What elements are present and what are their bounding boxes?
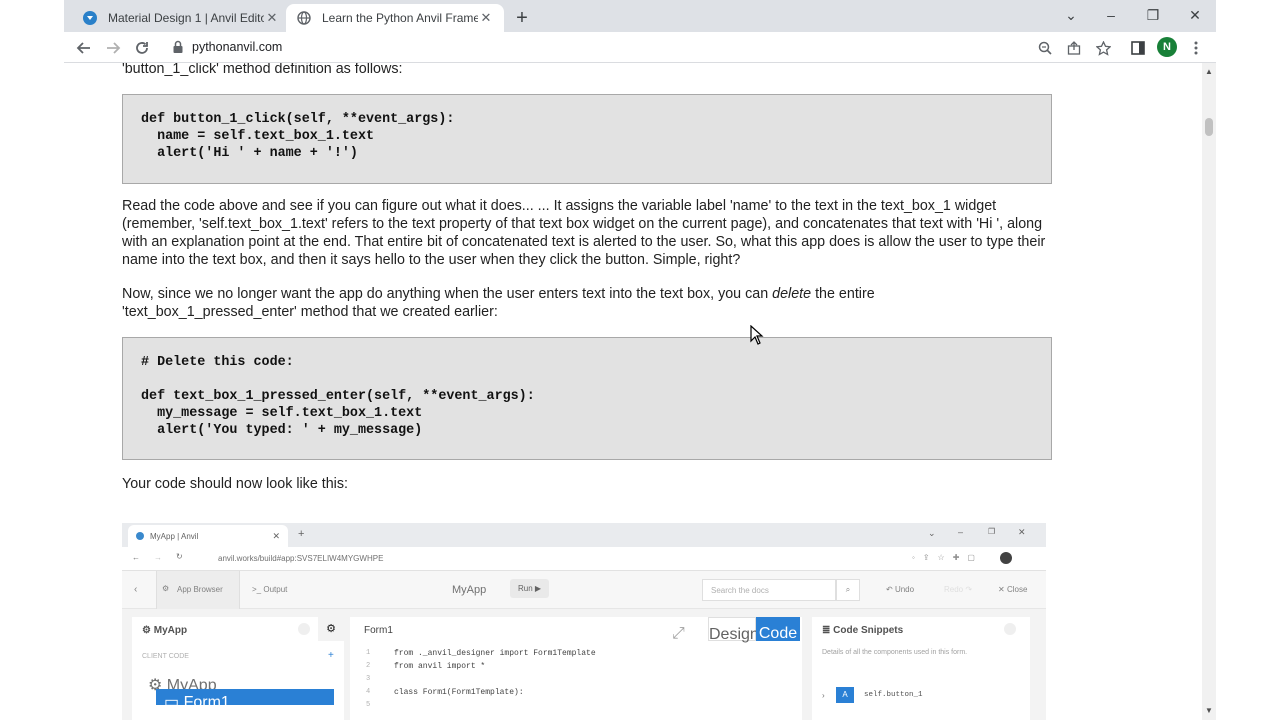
app-panel-title: ⚙ MyApp (142, 625, 188, 636)
bookmark-star-icon[interactable] (1091, 36, 1115, 60)
restore-button[interactable]: ❐ (1132, 0, 1174, 30)
anvil-logo-icon (136, 532, 144, 540)
lock-icon[interactable] (172, 40, 184, 54)
scroll-down-icon[interactable]: ▼ (1205, 706, 1213, 715)
screenshot-tab: MyApp | Anvil ✕ (128, 525, 288, 547)
reload-icon: ↻ (176, 552, 183, 561)
tab-strip: Material Design 1 | Anvil Editor ✕ Learn… (64, 0, 1216, 32)
share-icon[interactable] (1062, 36, 1086, 60)
tab-anvil-editor[interactable]: Material Design 1 | Anvil Editor ✕ (72, 4, 290, 32)
snippets-title: ≣ Code Snippets (822, 625, 904, 636)
code-editor-panel: Form1 ⤢ Design Code 1 2 3 4 5 from ._anv… (350, 617, 802, 720)
chevron-left-icon: ‹ (134, 584, 138, 595)
app-browser-icon: ⚙ (162, 584, 170, 593)
back-arrow-icon[interactable] (72, 36, 96, 60)
anvil-editor-body: ⚙ MyApp ⚙ CLIENT CODE + ⚙ MyApp ▭ Form1 … (122, 609, 1046, 720)
redo-button: Redo ↷ (944, 585, 973, 594)
close-window-button[interactable]: ✕ (1174, 0, 1216, 30)
paragraph-explanation: Read the code above and see if you can f… (122, 198, 1046, 268)
forward-arrow-icon: → (154, 553, 162, 562)
browser-window: Material Design 1 | Anvil Editor ✕ Learn… (64, 0, 1216, 720)
reload-icon[interactable] (130, 36, 154, 60)
zoom-icon[interactable] (1033, 36, 1057, 60)
code-block-button-click: def button_1_click(self, **event_args): … (122, 94, 1052, 184)
emphasis-delete: delete (772, 286, 812, 302)
app-panel: ⚙ MyApp ⚙ CLIENT CODE + ⚙ MyApp ▭ Form1 (132, 617, 344, 720)
close-tab-icon: ✕ (272, 530, 280, 541)
forward-arrow-icon[interactable] (101, 36, 125, 60)
intro-fragment: 'button_1_click' method definition as fo… (122, 63, 403, 77)
help-icon (1004, 623, 1016, 635)
address-bar[interactable]: pythonanvil.com (192, 40, 282, 54)
back-arrow-icon: ← (132, 553, 140, 562)
expand-icon: ⤢ (672, 625, 685, 642)
extension-icons: ◦⇪☆✚▢ (912, 553, 983, 562)
gear-icon: ⚙ (318, 617, 344, 641)
minimize-button[interactable]: – (1090, 0, 1132, 30)
mouse-cursor-icon (750, 325, 764, 345)
tab-title: Learn the Python Anvil Framework (322, 11, 478, 25)
browser-toolbar: pythonanvil.com N (64, 32, 1216, 63)
kebab-menu-icon[interactable] (1184, 36, 1208, 60)
page-scrollbar[interactable]: ▲ ▼ (1202, 63, 1216, 720)
anvil-logo-icon (82, 10, 98, 26)
tab-learn-python-anvil[interactable]: Learn the Python Anvil Framework ✕ (286, 4, 504, 32)
chevron-down-icon: ⌄ (928, 528, 936, 538)
close-editor-button: ✕ Close (998, 585, 1028, 594)
code-block-delete: # Delete this code: def text_box_1_press… (122, 337, 1052, 460)
minimize-icon: – (958, 527, 964, 537)
help-icon (298, 623, 310, 635)
tab-title: Material Design 1 | Anvil Editor (108, 11, 264, 25)
add-form-icon: + (328, 650, 334, 661)
anvil-toolbar: ‹ ⚙ App Browser >_ Output MyApp Run ▶ Se… (122, 571, 1046, 609)
paragraph-code-result: Your code should now look like this: (122, 476, 348, 492)
paragraph-delete-instruction: Now, since we no longer want the app do … (122, 286, 875, 320)
undo-button: ↶ Undo (886, 585, 915, 594)
chevron-right-icon: › (822, 691, 825, 700)
restore-icon: ❐ (988, 527, 996, 536)
component-icon: A (836, 687, 854, 703)
close-window-icon: ✕ (1018, 527, 1026, 537)
search-icon: ⌕ (836, 579, 860, 601)
close-tab-icon[interactable]: ✕ (264, 10, 280, 26)
profile-avatar (1000, 552, 1012, 564)
globe-icon (296, 10, 312, 26)
embedded-screenshot: MyApp | Anvil ✕ + ⌄ – ❐ ✕ ← → ↻ anvil.wo… (122, 523, 1046, 720)
side-panel-icon[interactable] (1126, 36, 1150, 60)
line-numbers: 1 2 3 4 5 (366, 649, 371, 709)
screenshot-tab-strip: MyApp | Anvil ✕ + ⌄ – ❐ ✕ (122, 523, 1046, 547)
screenshot-address-bar: ← → ↻ anvil.works/build#app:SVS7ELIW4MYG… (122, 547, 1046, 571)
scroll-thumb[interactable] (1205, 118, 1213, 136)
tab-search-icon[interactable]: ⌄ (1050, 0, 1092, 30)
search-docs-input: Search the docs (702, 579, 836, 601)
run-button: Run ▶ (510, 579, 550, 598)
tree-form-selected: ▭ Form1 (156, 689, 334, 711)
new-tab-icon: + (298, 528, 305, 540)
code-lines: from ._anvil_designer import Form1Templa… (394, 649, 596, 697)
code-snippets-panel: ≣ Code Snippets Details of all the compo… (812, 617, 1030, 720)
profile-avatar[interactable]: N (1157, 37, 1177, 57)
page-content: 'button_1_click' method definition as fo… (64, 63, 1202, 720)
new-tab-button[interactable]: + (510, 6, 534, 30)
scroll-up-icon[interactable]: ▲ (1205, 67, 1213, 76)
close-tab-icon[interactable]: ✕ (478, 10, 494, 26)
